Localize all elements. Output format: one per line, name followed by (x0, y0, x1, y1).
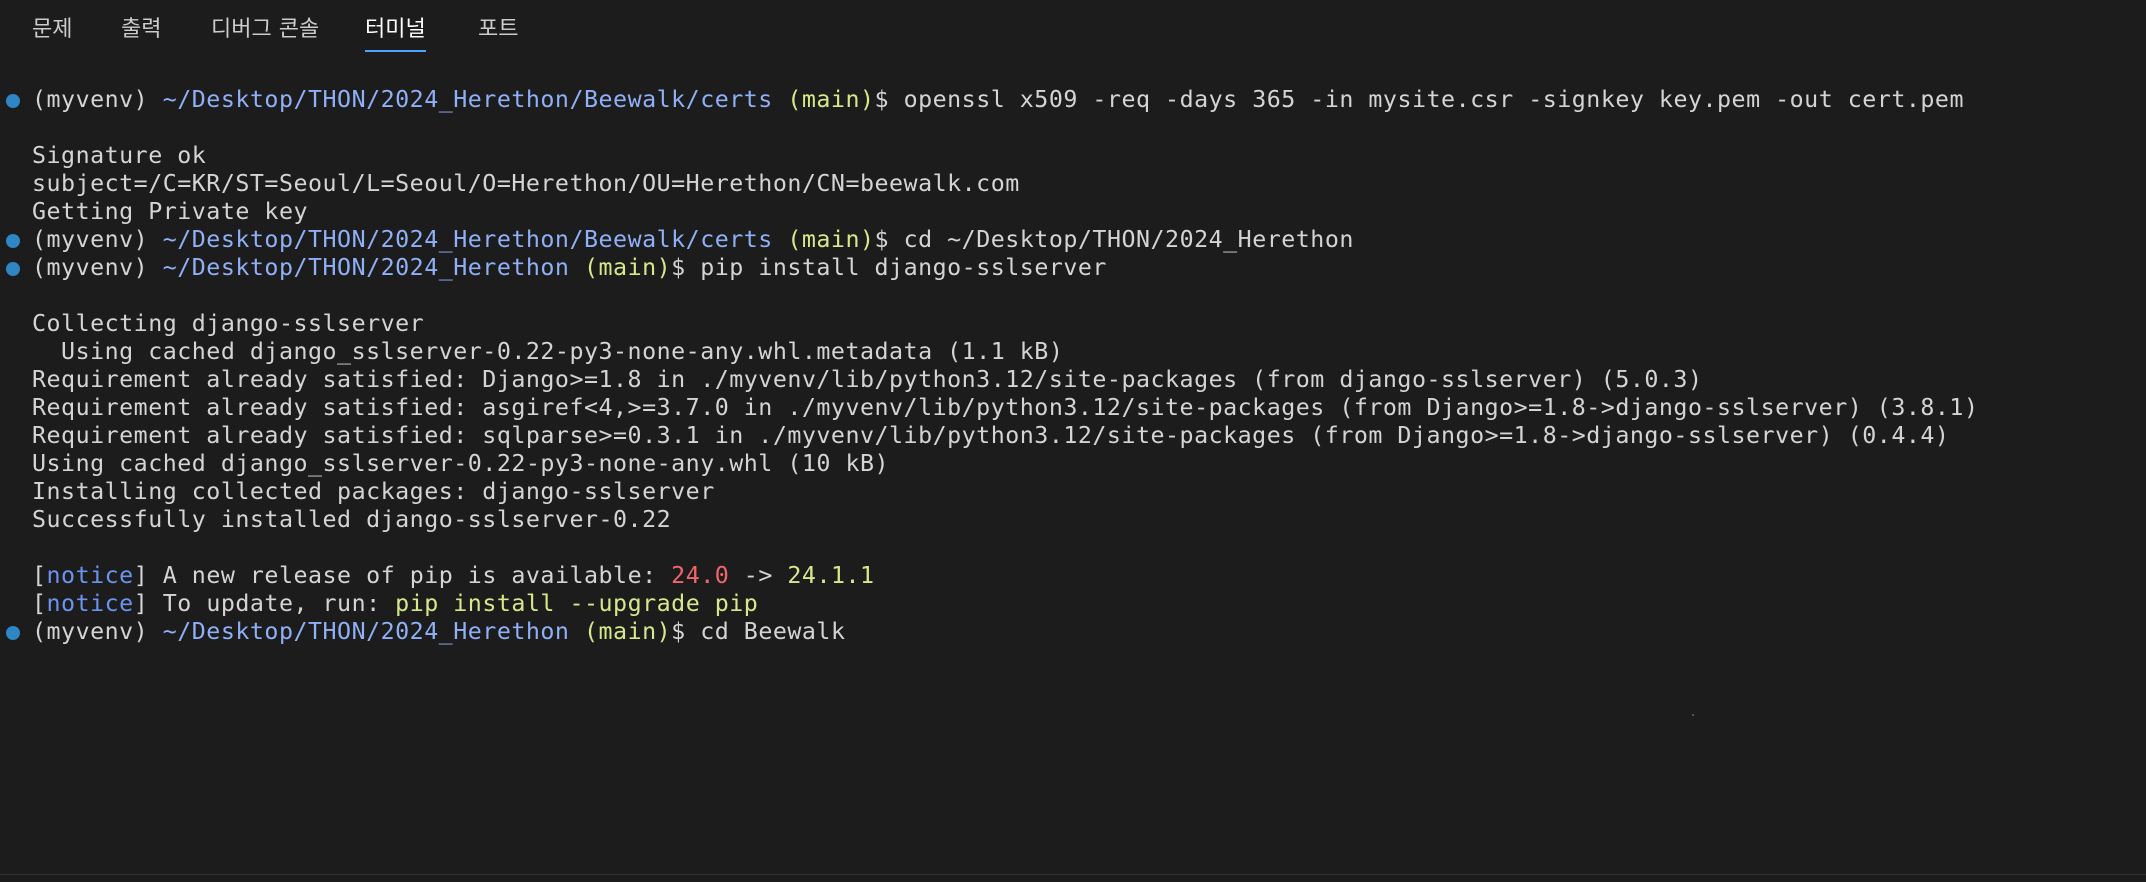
prompt-line: (myvenv) ~/Desktop/THON/2024_Herethon/Be… (0, 86, 2146, 114)
stray-pixel (1692, 714, 1694, 716)
old-version: 24.0 (671, 562, 730, 589)
output-line: subject=/C=KR/ST=Seoul/L=Seoul/O=Heretho… (32, 170, 1020, 197)
cwd-path: ~/Desktop/THON/2024_Herethon/Beewalk/cer… (162, 86, 773, 113)
venv-label: (myvenv) (32, 86, 163, 113)
venv-label: (myvenv) (32, 226, 163, 253)
output-line: Collecting django-sslserver (32, 310, 425, 337)
notice-tag: notice (46, 590, 134, 617)
command-text: pip install django-sslserver (700, 254, 1107, 281)
cwd-path: ~/Desktop/THON/2024_Herethon (162, 618, 570, 645)
venv-label: (myvenv) (32, 254, 163, 281)
prompt-symbol: $ (874, 86, 904, 113)
notice-tag: notice (46, 562, 134, 589)
tab-problems[interactable]: 문제 (32, 12, 72, 50)
cwd-path: ~/Desktop/THON/2024_Herethon/Beewalk/cer… (162, 226, 773, 253)
tab-ports[interactable]: 포트 (478, 12, 518, 50)
update-command: pip install --upgrade pip (395, 590, 759, 617)
git-branch: (main) (569, 254, 672, 281)
command-decoration-icon[interactable] (6, 626, 20, 640)
prompt-line: (myvenv) ~/Desktop/THON/2024_Herethon (m… (0, 254, 2146, 282)
new-version: 24.1.1 (787, 562, 875, 589)
command-text: cd ~/Desktop/THON/2024_Herethon (903, 226, 1354, 253)
prompt-line: (myvenv) ~/Desktop/THON/2024_Herethon (m… (0, 618, 2146, 646)
output-line: Installing collected packages: django-ss… (32, 478, 715, 505)
prompt-line: (myvenv) ~/Desktop/THON/2024_Herethon/Be… (0, 226, 2146, 254)
output-line: Signature ok (32, 142, 207, 169)
panel-tab-bar: 문제 출력 디버그 콘솔 터미널 포트 (0, 0, 2146, 60)
output-line: Requirement already satisfied: Django>=1… (32, 366, 1703, 393)
output-line: Requirement already satisfied: sqlparse>… (32, 422, 1950, 449)
git-branch: (main) (772, 226, 875, 253)
notice-bracket: ] (133, 562, 163, 589)
notice-line: [notice] To update, run: pip install --u… (0, 590, 2146, 618)
git-branch: (main) (569, 618, 672, 645)
panel-bottom-border (0, 874, 2146, 875)
output-line: Using cached django_sslserver-0.22-py3-n… (32, 450, 890, 477)
notice-text: To update, run: (162, 590, 396, 617)
prompt-symbol: $ (874, 226, 904, 253)
command-decoration-icon[interactable] (6, 262, 20, 276)
version-arrow: -> (729, 562, 788, 589)
tab-debug-console[interactable]: 디버그 콘솔 (211, 12, 319, 50)
command-decoration-icon[interactable] (6, 94, 20, 108)
output-line: Successfully installed django-sslserver-… (32, 506, 672, 533)
tab-terminal[interactable]: 터미널 (365, 12, 426, 52)
command-text: cd Beewalk (700, 618, 846, 645)
terminal-panel: 문제 출력 디버그 콘솔 터미널 포트 (myvenv) ~/Desktop/T… (0, 0, 2146, 882)
notice-line: [notice] A new release of pip is availab… (0, 562, 2146, 590)
git-branch: (main) (772, 86, 875, 113)
notice-bracket: ] (133, 590, 163, 617)
venv-label: (myvenv) (32, 618, 163, 645)
terminal-output[interactable]: (myvenv) ~/Desktop/THON/2024_Herethon/Be… (0, 86, 2146, 866)
tab-output[interactable]: 출력 (121, 12, 161, 50)
cwd-path: ~/Desktop/THON/2024_Herethon (162, 254, 570, 281)
notice-bracket: [ (32, 562, 47, 589)
output-line: Requirement already satisfied: asgiref<4… (32, 394, 1979, 421)
prompt-symbol: $ (671, 618, 701, 645)
output-line: Using cached django_sslserver-0.22-py3-n… (32, 338, 1064, 365)
output-line: Getting Private key (32, 198, 308, 225)
prompt-symbol: $ (671, 254, 701, 281)
notice-text: A new release of pip is available: (162, 562, 672, 589)
command-decoration-icon[interactable] (6, 234, 20, 248)
command-text: openssl x509 -req -days 365 -in mysite.c… (903, 86, 1964, 113)
notice-bracket: [ (32, 590, 47, 617)
